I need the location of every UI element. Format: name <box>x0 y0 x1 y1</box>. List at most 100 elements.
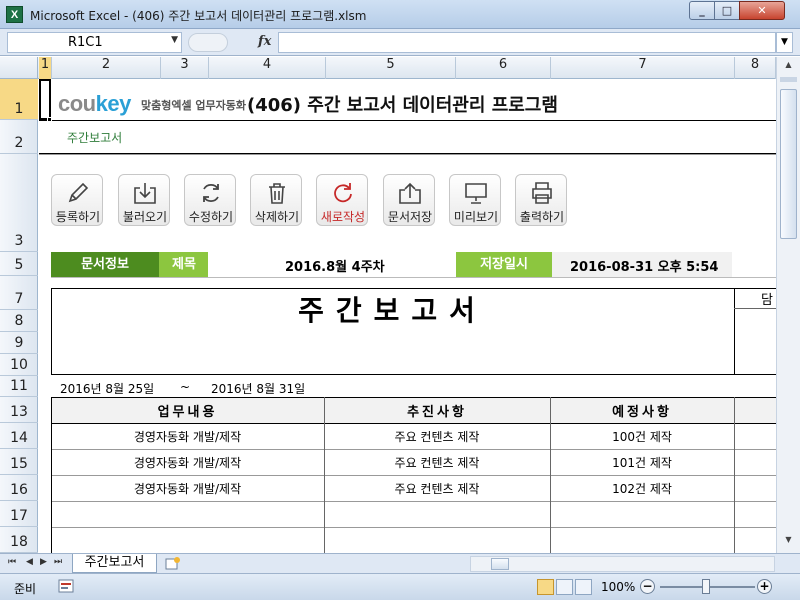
preview-button[interactable]: 미리보기 <box>449 174 501 226</box>
row-header[interactable]: 16 <box>0 475 38 501</box>
row-header[interactable]: 11 <box>0 376 38 397</box>
row-header[interactable]: 7 <box>0 276 38 310</box>
row-number: 18 <box>10 534 28 550</box>
save-date-value: 2016-08-31 오후 5:54 <box>570 260 719 275</box>
program-title: (406) 주간 보고서 데이터관리 프로그램 <box>247 95 558 116</box>
row-header[interactable]: 15 <box>0 449 38 475</box>
scroll-down-icon[interactable]: ▼ <box>780 535 797 550</box>
column-header[interactable]: 2 <box>52 57 161 79</box>
zoom-slider-thumb[interactable] <box>702 579 710 594</box>
row-divider <box>39 120 776 121</box>
row-header[interactable]: 9 <box>0 332 38 354</box>
register-button[interactable]: 등록하기 <box>51 174 103 226</box>
load-button[interactable]: 불러오기 <box>118 174 170 226</box>
column-header[interactable]: 8 <box>735 57 776 79</box>
table-cell[interactable]: 102건 제작 <box>550 480 734 497</box>
edit-label: 수정하기 <box>188 210 234 224</box>
formula-cancel-button[interactable] <box>188 33 228 52</box>
row-divider <box>39 154 776 155</box>
horizontal-scroll-thumb[interactable] <box>491 558 509 570</box>
name-box[interactable]: R1C1 ▼ <box>7 32 182 53</box>
excel-app-icon[interactable]: X <box>6 6 23 23</box>
horizontal-scrollbar[interactable] <box>470 556 775 572</box>
sheet-tab-weekly-report[interactable]: 주간보고서 <box>72 554 157 573</box>
table-cell[interactable]: 주요 컨텐츠 제작 <box>324 480 550 497</box>
table-cell[interactable]: 주요 컨텐츠 제작 <box>324 428 550 445</box>
title-value[interactable]: 2016.8월 4주차 <box>285 256 385 275</box>
print-button[interactable]: 출력하기 <box>515 174 567 226</box>
row-number: 3 <box>14 233 24 249</box>
period-start[interactable]: 2016년 8월 25일 <box>60 380 154 397</box>
table-cell[interactable]: 100건 제작 <box>550 428 734 445</box>
period-end[interactable]: 2016년 8월 31일 <box>211 380 305 397</box>
sheet-label: 주간보고서 <box>67 131 123 145</box>
next-sheet-icon[interactable]: ▶ <box>40 557 47 567</box>
split-handle[interactable] <box>780 77 797 82</box>
vertical-scrollbar[interactable]: ▲ ▼ <box>776 57 800 553</box>
column-header-plan: 예정사항 <box>612 405 672 420</box>
insert-sheet-icon[interactable] <box>165 557 181 570</box>
row-number: 9 <box>14 335 24 351</box>
row-header[interactable]: 18 <box>0 527 38 553</box>
row-header[interactable]: 2 <box>0 120 38 154</box>
active-cell[interactable] <box>39 79 51 120</box>
zoom-out-icon[interactable]: − <box>640 579 655 594</box>
report-box-right <box>734 288 735 375</box>
row-number: 10 <box>10 357 28 373</box>
chevron-down-icon[interactable]: ▼ <box>171 35 178 45</box>
column-header[interactable]: 6 <box>456 57 551 79</box>
macro-record-icon[interactable] <box>58 579 74 594</box>
vertical-scroll-thumb[interactable] <box>780 89 797 239</box>
table-col-line <box>324 397 325 553</box>
sheet-tabs-bar: ⏮ ◀ ▶ ⏭ 주간보고서 <box>0 553 800 573</box>
row-number: 5 <box>14 257 24 273</box>
normal-view-icon[interactable] <box>537 579 554 595</box>
row-header[interactable]: 5 <box>0 252 38 276</box>
expand-formula-icon[interactable]: ▼ <box>776 32 793 53</box>
delete-button[interactable]: 삭제하기 <box>250 174 302 226</box>
table-cell[interactable]: 경영자동화 개발/제작 <box>51 454 324 471</box>
maximize-button[interactable]: □ <box>714 1 740 20</box>
column-header[interactable]: 3 <box>161 57 209 79</box>
table-cell[interactable]: 101건 제작 <box>550 454 734 471</box>
table-cell[interactable]: 경영자동화 개발/제작 <box>51 428 324 445</box>
select-all-corner[interactable] <box>0 57 38 79</box>
worksheet-grid[interactable]: 12345678 1 2 3 5 7 8 9 10 11 13 14 15 16 17 18 coukey … <box>0 57 776 553</box>
window-title: Microsoft Excel - (406) 주간 보고서 데이터관리 프로그… <box>30 9 367 23</box>
zoom-in-icon[interactable]: + <box>757 579 772 594</box>
first-sheet-icon[interactable]: ⏮ <box>8 557 16 567</box>
row-number: 8 <box>14 313 24 329</box>
row-number: 2 <box>14 135 24 151</box>
row-header[interactable]: 1 <box>0 79 38 120</box>
scroll-up-icon[interactable]: ▲ <box>780 60 797 75</box>
row-header[interactable]: 17 <box>0 501 38 527</box>
minimize-button[interactable]: _ <box>689 1 715 20</box>
docinfo-label: 문서정보 <box>51 252 159 277</box>
brand-subtitle: 맞춤형엑셀 업무자동화 <box>141 99 247 112</box>
save-document-button[interactable]: 문서저장 <box>383 174 435 226</box>
row-header[interactable]: 13 <box>0 397 38 423</box>
last-sheet-icon[interactable]: ⏭ <box>54 557 62 567</box>
monitor-icon <box>465 183 487 204</box>
prev-sheet-icon[interactable]: ◀ <box>26 557 33 567</box>
edit-button[interactable]: 수정하기 <box>184 174 236 226</box>
column-header[interactable]: 4 <box>209 57 326 79</box>
coukey-logo: coukey <box>58 91 131 116</box>
table-cell[interactable]: 경영자동화 개발/제작 <box>51 480 324 497</box>
fill-handle[interactable] <box>47 117 52 122</box>
close-button[interactable]: ✕ <box>739 1 785 20</box>
insert-function-icon[interactable]: fx <box>258 34 271 49</box>
column-header[interactable]: 1 <box>39 57 52 79</box>
page-layout-view-icon[interactable] <box>556 579 573 595</box>
row-header[interactable]: 3 <box>0 154 38 252</box>
column-header[interactable]: 5 <box>326 57 456 79</box>
row-header[interactable]: 8 <box>0 310 38 332</box>
row-header[interactable]: 14 <box>0 423 38 449</box>
table-cell[interactable]: 주요 컨텐츠 제작 <box>324 454 550 471</box>
new-document-button[interactable]: 새로작성 <box>316 174 368 226</box>
formula-input[interactable] <box>278 32 776 53</box>
row-header[interactable]: 10 <box>0 354 38 376</box>
zoom-level[interactable]: 100% <box>601 580 635 594</box>
column-header[interactable]: 7 <box>551 57 735 79</box>
page-break-view-icon[interactable] <box>575 579 592 595</box>
